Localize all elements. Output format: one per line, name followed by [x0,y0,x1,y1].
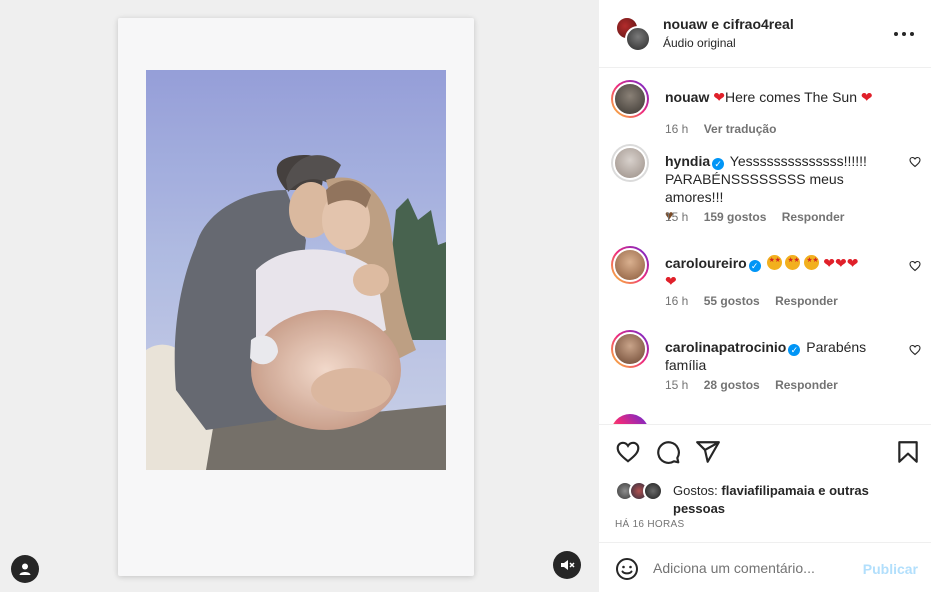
comment-text: caroloureiro✓ ❤❤❤ ❤ [665,254,901,290]
heart-emoji: ❤ [665,273,677,289]
comment-meta: 16 h Ver tradução [665,122,788,136]
save-bookmark-icon[interactable] [895,439,921,465]
comment-composer: Publicar [599,542,931,592]
reply-button[interactable]: Responder [782,210,845,224]
heart-emoji: ❤ [860,89,873,105]
like-comment-icon[interactable] [909,344,921,356]
comment-likes[interactable]: 159 gostos [704,210,767,224]
comment-username[interactable]: nouaw [665,89,709,105]
avatar[interactable] [611,144,649,182]
comment-meta: 15 h 159 gostos Responder [665,210,856,224]
comment-time[interactable]: 15 h [665,210,688,224]
post-side-panel: nouaw e cifrao4real Áudio original nouaw… [598,0,931,592]
post-media[interactable] [0,0,598,592]
comment-icon[interactable] [655,439,681,465]
speaker-muted-icon [561,560,575,570]
polaroid-frame [118,18,474,576]
like-icon[interactable] [615,439,641,465]
post-authors[interactable]: nouaw e cifrao4real [663,16,794,32]
liker-username[interactable]: flaviafilipamaia [721,483,814,498]
comment-meta: 15 h 28 gostos Responder [665,378,850,392]
heart-emoji: ❤❤❤ [823,255,859,271]
comment-likes[interactable]: 28 gostos [704,378,760,392]
star-struck-emoji [804,255,820,270]
comment-time[interactable]: 16 h [665,294,688,308]
star-struck-emoji [785,255,801,270]
comment-text: carolinapatrocinio ✓ Parabéns família [665,338,901,374]
avatar [643,481,663,501]
tagged-users-button[interactable] [11,555,39,583]
share-icon[interactable] [695,439,721,465]
verified-badge-icon: ✓ [748,260,761,272]
likers-avatars[interactable] [615,481,671,503]
likes-prefix: Gostos: [673,483,718,498]
comment-time[interactable]: 15 h [665,378,688,392]
avatar[interactable] [611,246,649,284]
post-actions: Gostos: flaviafilipamaia e outras pessoa… [599,424,931,542]
comment-username[interactable]: carolinapatrocinio [665,339,786,355]
publish-button[interactable]: Publicar [863,561,918,577]
user-icon [19,563,31,575]
reply-button[interactable]: Responder [775,378,838,392]
like-comment-icon[interactable] [909,260,921,272]
mute-button[interactable] [553,551,581,579]
post-time[interactable]: HÁ 16 HORAS [615,519,684,530]
verified-badge-icon: ✓ [788,344,801,356]
verified-badge-icon: ✓ [712,158,725,170]
comment-input[interactable] [653,555,853,581]
comment-likes[interactable]: 55 gostos [704,294,760,308]
avatar[interactable] [611,80,649,118]
comment-username[interactable]: caroloureiro [665,255,747,271]
comment-time[interactable]: 16 h [665,122,688,136]
author-avatars[interactable] [615,16,651,52]
avatar[interactable] [611,330,649,368]
post-header: nouaw e cifrao4real Áudio original [599,0,931,68]
avatar[interactable] [611,414,649,424]
audio-label[interactable]: Áudio original [663,36,736,50]
comment-username[interactable]: hyndia [665,153,710,169]
more-options-icon[interactable] [894,24,914,44]
heart-emoji: ❤ [713,89,725,105]
comment-meta: 16 h 55 gostos Responder [665,294,850,308]
avatar [625,26,651,52]
star-struck-emoji [766,255,782,270]
like-comment-icon[interactable] [909,156,921,168]
post-photo [146,70,446,470]
reply-button[interactable]: Responder [775,294,838,308]
likes-summary: Gostos: flaviafilipamaia e outras pessoa… [673,482,913,518]
caption-body: Here comes The Sun [724,89,857,105]
emoji-picker-icon[interactable] [615,557,639,581]
caption-text: nouaw ❤Here comes The Sun ❤ [665,88,901,106]
translate-link[interactable]: Ver tradução [704,122,777,136]
comments-list[interactable]: nouaw ❤Here comes The Sun ❤ 16 h Ver tra… [599,68,931,424]
